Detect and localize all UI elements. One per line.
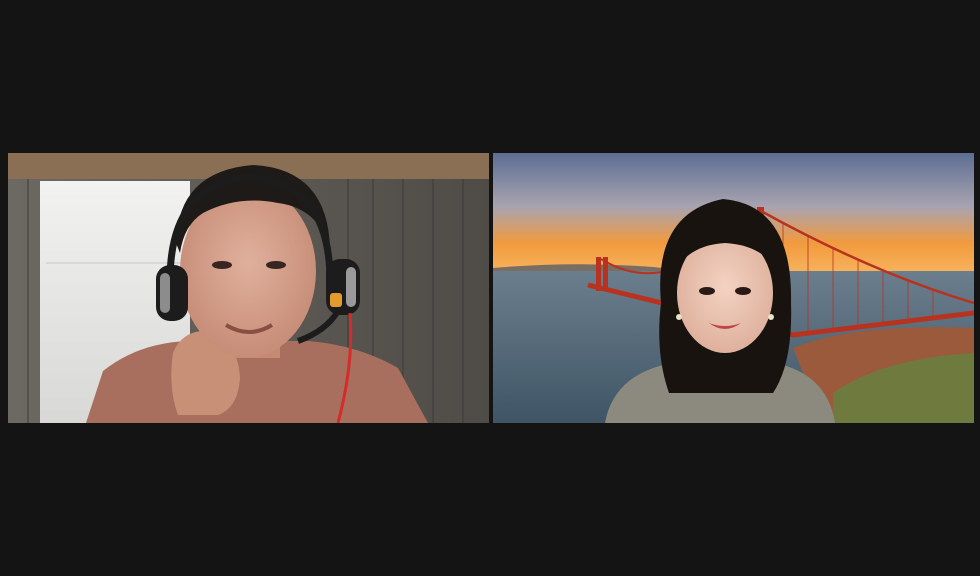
participant-video-tile-1[interactable] — [8, 153, 489, 423]
participant-2-video-feed — [493, 153, 974, 423]
earring-right — [768, 314, 774, 320]
earring-left — [676, 314, 682, 320]
video-call-window — [0, 0, 980, 576]
participant-1-video-feed — [8, 153, 489, 423]
participant-video-tile-2[interactable] — [493, 153, 974, 423]
